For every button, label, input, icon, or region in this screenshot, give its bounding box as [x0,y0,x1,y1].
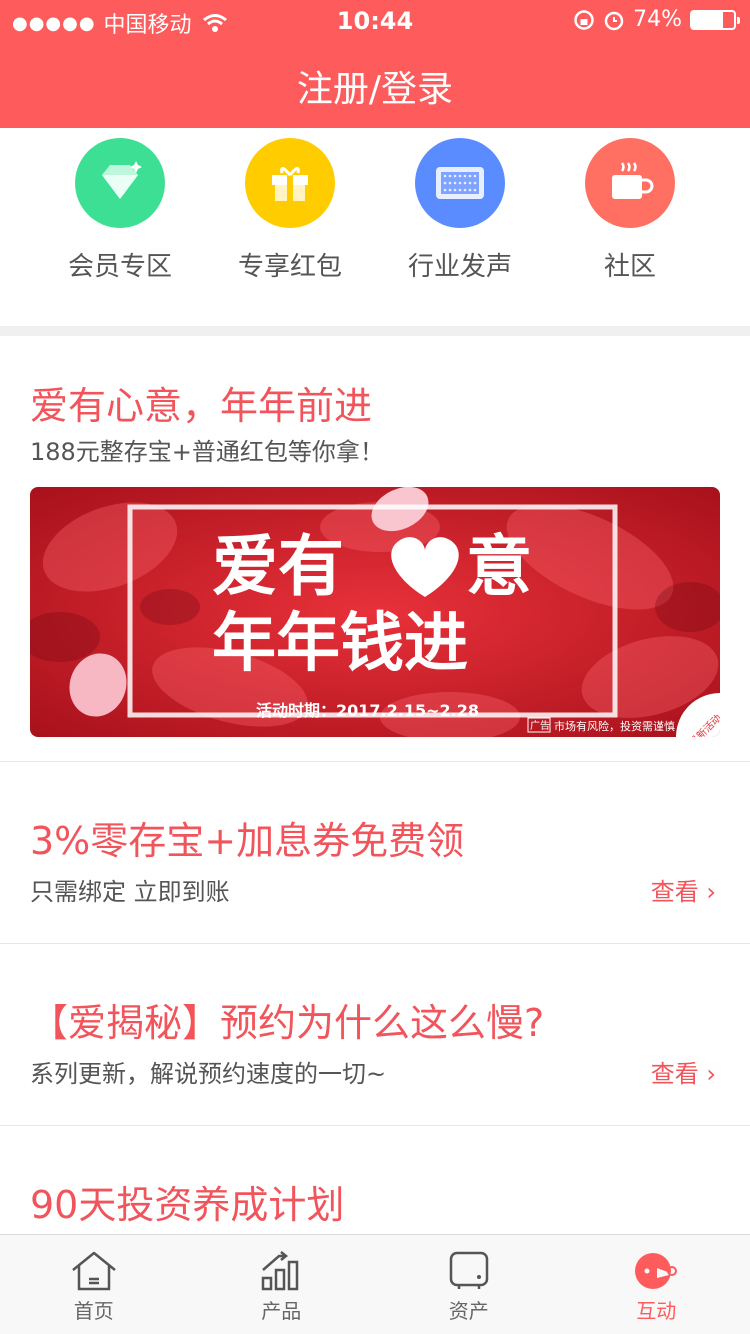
tab-label: 产品 [261,1299,302,1323]
tab-home[interactable]: 首页 [0,1235,188,1334]
article-title[interactable]: 爱有心意，年年前进 [30,375,372,430]
status-bar: ●●●●● 中国移动 10:44 74% [0,0,750,40]
article-subtitle: 只需绑定 立即到账 [30,878,230,906]
coffee-cup-icon [585,138,675,228]
divider [0,1125,750,1126]
speaker-icon [415,138,505,228]
article-title[interactable]: 3%零存宝+加息券免费领 [30,810,464,865]
quick-link-label: 社区 [603,252,656,282]
gift-icon [245,138,335,228]
tab-label: 互动 [636,1299,677,1323]
quick-link-redpacket[interactable]: 专享红包 [205,128,375,326]
tab-label: 首页 [73,1299,114,1323]
quick-link-label: 会员专区 [67,252,172,282]
view-link[interactable]: 查看 › [651,872,716,907]
quick-link-label: 专享红包 [237,252,342,282]
banner-line1-b: 意 [466,528,532,605]
quick-link-community[interactable]: 社区 [545,128,715,326]
divider [0,761,750,762]
tab-bar: 首页 产品 资产 互动 [0,1234,750,1334]
bar-chart-icon [188,1249,376,1293]
article-subtitle: 188元整存宝+普通红包等你拿！ [30,438,384,466]
quick-link-label: 行业发声 [407,252,512,282]
quick-links: 会员专区 专享红包 行业发声 社区 [0,128,750,326]
tab-interact[interactable]: 互动 [563,1235,750,1334]
chevron-right-icon: › [698,1060,716,1088]
tab-products[interactable]: 产品 [188,1235,376,1334]
divider [0,943,750,944]
view-link-label: 查看 [650,878,699,906]
chevron-right-icon: › [698,878,716,906]
alarm-icon [604,11,624,30]
quick-link-member[interactable]: 会员专区 [35,128,205,326]
banner-line1-a: 爱有 [212,528,344,605]
banner-period: 活动时期：2017.2.15~2.28 [256,701,479,720]
view-link[interactable]: 查看 › [651,1054,716,1089]
battery-percent: 74% [633,7,682,32]
article-title[interactable]: 90天投资养成计划 [30,1174,344,1229]
battery-icon [690,9,740,30]
app-header: ●●●●● 中国移动 10:44 74% 注册/登录 [0,0,750,128]
page-title[interactable]: 注册/登录 [0,60,750,112]
quick-link-industry[interactable]: 行业发声 [375,128,545,326]
banner-ad-tag: 广告 [530,719,550,732]
home-icon [0,1249,188,1293]
chat-bubble-icon [563,1249,750,1293]
tab-label: 资产 [448,1299,489,1323]
tab-assets[interactable]: 资产 [375,1235,563,1334]
rotation-lock-icon [574,9,594,30]
article-subtitle: 系列更新，解说预约速度的一切~ [30,1060,387,1088]
banner-line2: 年年钱进 [212,607,468,681]
view-link-label: 查看 [650,1060,699,1088]
article-title[interactable]: 【爱揭秘】预约为什么这么慢? [30,992,544,1047]
section-separator [0,326,750,336]
promo-banner[interactable]: 爱有 意 年年钱进 活动时期：2017.2.15~2.28 广告 市场有风险，投… [30,487,720,737]
safe-icon [375,1249,563,1293]
banner-risk-notice: 市场有风险，投资需谨慎 [554,719,675,733]
diamond-icon [75,138,165,228]
